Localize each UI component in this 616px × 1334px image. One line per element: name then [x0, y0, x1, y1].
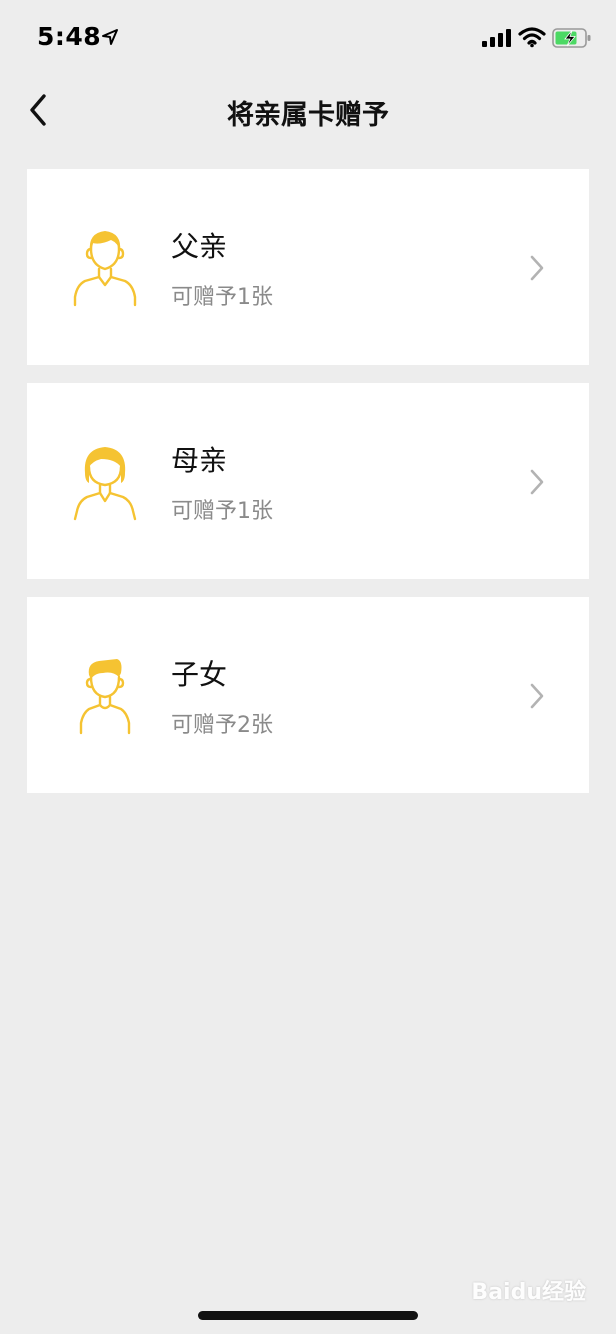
status-bar: 5:48	[0, 0, 616, 76]
chevron-right-icon	[530, 469, 544, 495]
member-name: 子女	[171, 658, 228, 691]
watermark: Baidu经验	[471, 1280, 586, 1305]
battery-charging-icon	[552, 28, 591, 48]
member-name: 母亲	[171, 444, 228, 477]
member-quota: 可赠予1张	[171, 285, 273, 310]
page-title: 将亲属卡赠予	[227, 100, 389, 131]
mother-avatar-icon	[73, 447, 137, 521]
member-card-father[interactable]: 父亲 可赠予1张	[27, 169, 589, 365]
member-card-child[interactable]: 子女 可赠予2张	[27, 597, 589, 793]
member-card-mother[interactable]: 母亲 可赠予1张	[27, 383, 589, 579]
nav-bar: 将亲属卡赠予	[0, 76, 616, 142]
chevron-right-icon	[530, 255, 544, 281]
member-quota: 可赠予1张	[171, 499, 273, 524]
father-avatar-icon	[73, 231, 137, 307]
member-quota: 可赠予2张	[171, 713, 273, 738]
child-avatar-icon	[79, 659, 131, 735]
location-arrow-icon	[102, 29, 118, 45]
member-name: 父亲	[171, 230, 228, 263]
home-indicator[interactable]	[198, 1311, 418, 1320]
status-time: 5:48	[37, 22, 102, 51]
wifi-icon	[518, 27, 546, 48]
chevron-right-icon	[530, 683, 544, 709]
cellular-signal-icon	[482, 29, 511, 47]
